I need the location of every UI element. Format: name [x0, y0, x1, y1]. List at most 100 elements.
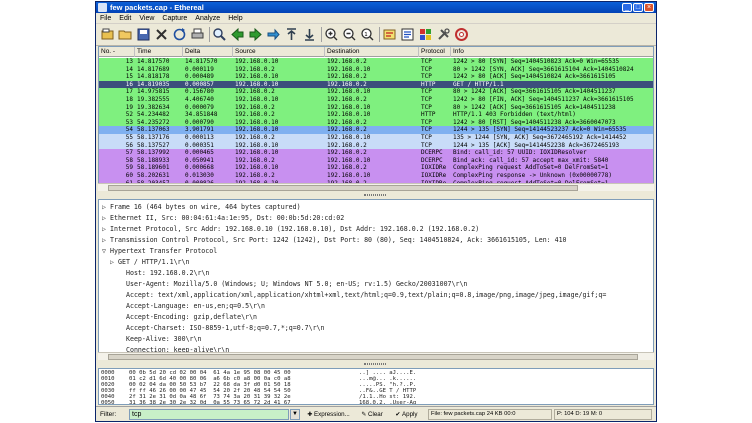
details-scrollbar[interactable] — [98, 352, 654, 360]
cell-info: 1242 > 80 [SYN] Seq=1404510823 Ack=0 Win… — [453, 58, 620, 65]
maximize-button[interactable]: □ — [633, 3, 643, 12]
detail-row[interactable]: Keep-Alive: 300\r\n — [118, 334, 201, 345]
cell-src: 192.168.0.10 — [235, 80, 279, 88]
menu-view[interactable]: View — [135, 13, 158, 24]
detail-text: Accept-Charset: ISO-8859-1,utf-8;q=0.7,*… — [126, 324, 325, 332]
packet-row[interactable]: 60 58.202631 0.013030 192.168.0.2 192.168.0.… — [99, 172, 653, 180]
packet-row[interactable]: 52 54.234482 34.851848 192.168.0.2 192.168.0… — [99, 111, 653, 119]
zoom-normal-icon[interactable]: 1 — [360, 27, 375, 42]
detail-row[interactable]: Accept-Language: en-us,en;q=0.5\r\n — [118, 301, 265, 312]
column-info[interactable]: Info — [451, 47, 653, 57]
go-to-packet-icon[interactable] — [266, 27, 281, 42]
detail-row[interactable]: ▷ Frame 16 (464 bytes on wire, 464 bytes … — [102, 202, 301, 213]
cell-dst: 192.168.0.2 — [327, 96, 367, 103]
detail-row[interactable]: Host: 192.168.0.2\r\n — [118, 268, 209, 279]
detail-row[interactable]: Accept-Encoding: gzip,deflate\r\n — [118, 312, 257, 323]
cell-dst: 192.168.0.10 — [327, 65, 371, 73]
expander-icon[interactable]: ▷ — [110, 257, 118, 268]
menu-edit[interactable]: Edit — [115, 13, 135, 24]
detail-row[interactable]: ▷ Ethernet II, Src: 00:04:61:4a:1e:95, Ds… — [102, 213, 344, 224]
print-icon[interactable] — [190, 27, 205, 42]
cell-delta: 0.000119 — [185, 65, 214, 73]
packet-row[interactable]: 16 14.819035 0.000857 192.168.0.10 192.168.0… — [99, 80, 653, 89]
filter-input[interactable]: tcp — [129, 409, 289, 420]
open-icon[interactable] — [100, 27, 115, 42]
detail-text: Transmission Control Protocol, Src Port:… — [110, 236, 567, 244]
cell-delta: 0.000668 — [185, 164, 214, 172]
packet-details[interactable]: ▷ Frame 16 (464 bytes on wire, 464 bytes … — [98, 199, 654, 360]
packet-row[interactable]: 59 58.189601 0.000668 192.168.0.10 192.168.0… — [99, 164, 653, 172]
capture-filter-icon[interactable] — [382, 27, 397, 42]
close-window-button[interactable]: × — [644, 3, 654, 12]
menu-analyze[interactable]: Analyze — [191, 13, 224, 24]
last-packet-icon[interactable] — [302, 27, 317, 42]
detail-row[interactable]: ▽ Hypertext Transfer Protocol — [102, 246, 217, 257]
cell-src: 192.168.0.10 — [235, 96, 279, 103]
column-time[interactable]: Time — [135, 47, 183, 57]
column-no[interactable]: No. - — [99, 47, 135, 57]
cell-no: 14 — [125, 65, 133, 73]
cell-delta: 0.000790 — [185, 118, 214, 126]
detail-row[interactable]: User-Agent: Mozilla/5.0 (Windows; U; Win… — [118, 279, 467, 290]
expander-icon[interactable]: ▽ — [102, 246, 110, 257]
expander-icon[interactable]: ▷ — [102, 235, 110, 246]
cell-no: 56 — [125, 141, 133, 149]
close-icon[interactable] — [154, 27, 169, 42]
detail-row[interactable]: Accept-Charset: ISO-8859-1,utf-8;q=0.7,*… — [118, 323, 325, 334]
detail-row[interactable]: ▷ Internet Protocol, Src Addr: 192.168.0.… — [102, 224, 479, 235]
cell-time: 14.975815 — [137, 88, 170, 96]
detail-row[interactable]: Accept: text/xml,application/xml,applica… — [118, 290, 606, 301]
packet-list[interactable]: No. - Time Delta Source Destination Prot… — [98, 46, 654, 191]
menu-file[interactable]: File — [96, 13, 115, 24]
packet-row[interactable]: 55 58.137176 0.000113 192.168.0.2 192.168.0.… — [99, 134, 653, 142]
expression-button[interactable]: ✚Expression... — [304, 409, 352, 420]
detail-text: Internet Protocol, Src Addr: 192.168.0.1… — [110, 225, 480, 233]
first-packet-icon[interactable] — [284, 27, 299, 42]
back-icon[interactable] — [230, 27, 245, 42]
expander-icon[interactable]: ▷ — [102, 224, 110, 235]
packet-list-scrollbar[interactable] — [98, 183, 654, 191]
pane-splitter-bottom[interactable] — [96, 360, 656, 368]
cell-info: 1242 > 80 [ACK] Seq=1404510824 Ack=36616… — [453, 73, 616, 81]
preferences-icon[interactable] — [436, 27, 451, 42]
detail-row[interactable]: ▷ Transmission Control Protocol, Src Port… — [102, 235, 567, 246]
packet-row[interactable]: 56 58.137527 0.000351 192.168.0.10 192.168.0… — [99, 141, 653, 150]
find-icon[interactable] — [212, 27, 227, 42]
column-source[interactable]: Source — [233, 47, 325, 57]
column-destination[interactable]: Destination — [325, 47, 419, 57]
expander-icon[interactable]: ▷ — [102, 202, 110, 213]
zoom-out-icon[interactable] — [342, 27, 357, 42]
open-folder-icon[interactable] — [118, 27, 133, 42]
save-icon[interactable] — [136, 27, 151, 42]
apply-button[interactable]: ✔Apply — [392, 409, 419, 420]
coloring-rules-icon[interactable] — [418, 27, 433, 42]
minimize-button[interactable]: _ — [622, 3, 632, 12]
forward-icon[interactable] — [248, 27, 263, 42]
pane-splitter-top[interactable] — [96, 191, 656, 199]
packet-row[interactable]: 19 19.382634 0.000079 192.168.0.2 192.168.0.… — [99, 103, 653, 112]
packet-row[interactable]: 58 58.188933 0.050941 192.168.0.2 192.168.0.… — [99, 156, 653, 165]
menu-help[interactable]: Help — [224, 13, 246, 24]
packet-row[interactable]: 18 19.382555 4.406740 192.168.0.10 192.168.0… — [99, 96, 653, 104]
packet-row[interactable]: 57 58.137992 0.000465 192.168.0.10 192.168.0… — [99, 149, 653, 157]
display-filter-icon[interactable] — [400, 27, 415, 42]
help-icon[interactable] — [454, 27, 469, 42]
reload-icon[interactable] — [172, 27, 187, 42]
packet-row[interactable]: 17 14.975815 0.156780 192.168.0.2 192.168.0.… — [99, 88, 653, 96]
column-delta[interactable]: Delta — [183, 47, 233, 57]
cell-delta: 14.817570 — [185, 58, 218, 65]
packet-row[interactable]: 54 58.137063 3.901791 192.168.0.10 192.168.0… — [99, 126, 653, 134]
packet-row[interactable]: 15 14.818178 0.000489 192.168.0.10 192.168.0… — [99, 73, 653, 81]
zoom-in-icon[interactable] — [324, 27, 339, 42]
detail-row[interactable]: ▷ GET / HTTP/1.1\r\n — [110, 257, 189, 268]
filter-dropdown-button[interactable]: ▼ — [290, 409, 300, 420]
menu-capture[interactable]: Capture — [158, 13, 191, 24]
clear-button[interactable]: ✎Clear — [358, 409, 385, 420]
column-protocol[interactable]: Protocol — [419, 47, 451, 57]
packet-row[interactable]: 13 14.817570 14.817570 192.168.0.10 192.168.… — [99, 58, 653, 66]
packet-row[interactable]: 53 54.235272 0.000790 192.168.0.10 192.168.0… — [99, 118, 653, 127]
cell-info: Bind_ack: call_id: 57 accept max_xmit: 5… — [453, 156, 609, 164]
packet-bytes[interactable]: 0000 00 0b 5d 20 cd 02 00 04 61 4a 1e 95 … — [98, 368, 654, 405]
expander-icon[interactable]: ▷ — [102, 213, 110, 224]
packet-row[interactable]: 14 14.817689 0.000119 192.168.0.2 192.168.0.… — [99, 65, 653, 74]
